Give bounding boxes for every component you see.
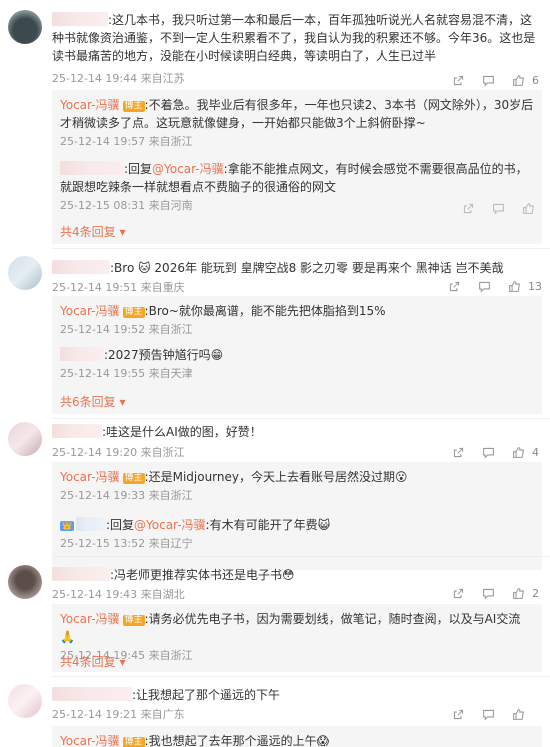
reply-box: Yocar-冯骥 博主:不着急。我毕业后有很多年，一年也只读2、3本书（网文除外）… xyxy=(52,90,542,244)
divider xyxy=(52,248,550,249)
reply-author[interactable]: Yocar-冯骥 xyxy=(60,612,120,626)
vip-badge: 👑 xyxy=(60,521,74,531)
divider xyxy=(52,556,550,557)
author-badge: 博主 xyxy=(122,615,145,626)
comment-icon[interactable] xyxy=(476,72,500,88)
reply-author[interactable]: Yocar-冯骥 xyxy=(60,734,120,747)
divider xyxy=(52,418,550,419)
avatar[interactable] xyxy=(8,565,42,599)
reply-text: :我也想起了去年那个遥远的上午😱 xyxy=(144,734,330,747)
like-count: 13 xyxy=(528,279,542,293)
reply-box: Yocar-冯骥 博主:请务必优先电子书，因为需要划线，做笔记，随时查阅，以及与A… xyxy=(52,604,542,672)
reply-meta: 25-12-14 19:33 来自浙江 xyxy=(60,489,193,502)
reply-meta: 25-12-14 19:45 来自浙江 xyxy=(60,649,193,662)
reply-meta: 25-12-14 19:55 来自天津 xyxy=(60,367,193,380)
like-count: 2 xyxy=(532,586,539,600)
comment-text: :让我想起了那个遥远的下午 xyxy=(52,686,540,704)
reply-author[interactable]: Yocar-冯骥 xyxy=(60,304,120,318)
share-icon[interactable] xyxy=(446,706,470,722)
reply-meta: 25-12-14 19:57 来自浙江 xyxy=(60,135,193,148)
comment-actions xyxy=(440,706,542,722)
more-replies-link[interactable]: 共6条回复 ▾ xyxy=(60,393,125,410)
author-badge: 博主 xyxy=(122,101,145,112)
username[interactable] xyxy=(52,260,110,274)
comment-actions: 13 xyxy=(436,278,542,294)
reply-item: Yocar-冯骥 博主:还是Midjourney，今天上去看账号居然没过期😮 25… xyxy=(60,468,534,504)
reply-box: Yocar-冯骥 博主:我也想起了去年那个遥远的上午😱 xyxy=(52,726,542,747)
share-icon[interactable] xyxy=(446,444,470,460)
reply-author[interactable]: Yocar-冯骥 xyxy=(60,470,120,484)
reply-author[interactable]: Yocar-冯骥 xyxy=(60,98,120,112)
author-badge: 博主 xyxy=(122,473,145,484)
author-badge: 博主 xyxy=(122,737,145,747)
avatar[interactable] xyxy=(8,422,42,456)
like-icon[interactable] xyxy=(506,706,530,722)
share-icon[interactable] xyxy=(446,585,470,601)
username[interactable] xyxy=(52,424,102,438)
comment-actions: 6 xyxy=(440,72,542,88)
like-icon[interactable] xyxy=(506,444,530,460)
like-icon[interactable] xyxy=(502,278,526,294)
comment-icon[interactable] xyxy=(476,585,500,601)
like-icon[interactable] xyxy=(516,200,540,216)
comment-text: :冯老师更推荐实体书还是电子书😳 xyxy=(52,566,540,584)
like-count: 4 xyxy=(532,445,539,459)
comment-icon[interactable] xyxy=(472,278,496,294)
comment-icon[interactable] xyxy=(476,444,500,460)
share-icon[interactable] xyxy=(446,72,470,88)
avatar[interactable] xyxy=(8,10,42,44)
username[interactable] xyxy=(52,687,132,701)
comment-text: :Bro 🐱 2026年 能玩到 皇牌空战8 影之刃零 要是再来个 黑神话 岂不… xyxy=(52,259,540,277)
avatar[interactable] xyxy=(8,256,42,290)
reply-box: Yocar-冯骥 博主:Bro~就你最离谱，能不能先把体脂掐到15% 25-12-… xyxy=(52,296,542,414)
username[interactable] xyxy=(52,12,108,26)
username[interactable] xyxy=(75,517,106,531)
comment-actions: 2 xyxy=(440,585,542,601)
reply-actions xyxy=(450,200,540,216)
reply-text: :2027预告钟馗行吗😁 xyxy=(104,348,224,362)
username[interactable] xyxy=(60,347,104,361)
like-icon[interactable] xyxy=(506,585,530,601)
reply-meta: 25-12-15 13:52 来自辽宁 xyxy=(60,537,193,550)
author-badge: 博主 xyxy=(122,307,145,318)
share-icon[interactable] xyxy=(456,200,480,216)
comment-actions: 4 xyxy=(440,444,542,460)
reply-text: :还是Midjourney，今天上去看账号居然没过期😮 xyxy=(144,470,408,484)
share-icon[interactable] xyxy=(442,278,466,294)
avatar[interactable] xyxy=(8,684,42,718)
like-count: 6 xyxy=(532,73,539,87)
comment-text: :这几本书，我只听过第一本和最后一本，百年孤独听说光人名就容易混不清，这种书就像… xyxy=(52,12,536,63)
reply-item: Yocar-冯骥 博主:请务必优先电子书，因为需要划线，做笔记，随时查阅，以及与A… xyxy=(60,610,534,664)
like-icon[interactable] xyxy=(506,72,530,88)
divider xyxy=(52,676,550,677)
username[interactable] xyxy=(52,567,110,581)
reply-item: Yocar-冯骥 博主:不着急。我毕业后有很多年，一年也只读2、3本书（网文除外）… xyxy=(60,96,534,150)
reply-text: :有木有可能开了年费😺 xyxy=(205,518,331,532)
comment-text: :哇这是什么AI做的图，好赞！ xyxy=(52,423,540,441)
more-replies-link[interactable]: 共4条回复 ▾ xyxy=(60,653,125,670)
reply-text: :Bro~就你最离谱，能不能先把体脂掐到15% xyxy=(144,304,386,318)
reply-item: Yocar-冯骥 博主:我也想起了去年那个遥远的上午😱 xyxy=(60,732,534,747)
comment-icon[interactable] xyxy=(486,200,510,216)
reply-item: Yocar-冯骥 博主:Bro~就你最离谱，能不能先把体脂掐到15% 25-12-… xyxy=(60,302,534,338)
username[interactable] xyxy=(60,161,124,175)
more-replies-link[interactable]: 共4条回复 ▾ xyxy=(60,223,125,240)
mention[interactable]: @Yocar-冯骥 xyxy=(152,162,224,176)
reply-meta: 25-12-14 19:52 来自浙江 xyxy=(60,323,193,336)
reply-item: 👑:回复@Yocar-冯骥:有木有可能开了年费😺 25-12-15 13:52 … xyxy=(60,516,534,552)
mention[interactable]: @Yocar-冯骥 xyxy=(134,518,206,532)
reply-box: Yocar-冯骥 博主:还是Midjourney，今天上去看账号居然没过期😮 25… xyxy=(52,462,542,570)
comment-icon[interactable] xyxy=(476,706,500,722)
reply-item: :2027预告钟馗行吗😁 25-12-14 19:55 来自天津 xyxy=(60,346,534,382)
